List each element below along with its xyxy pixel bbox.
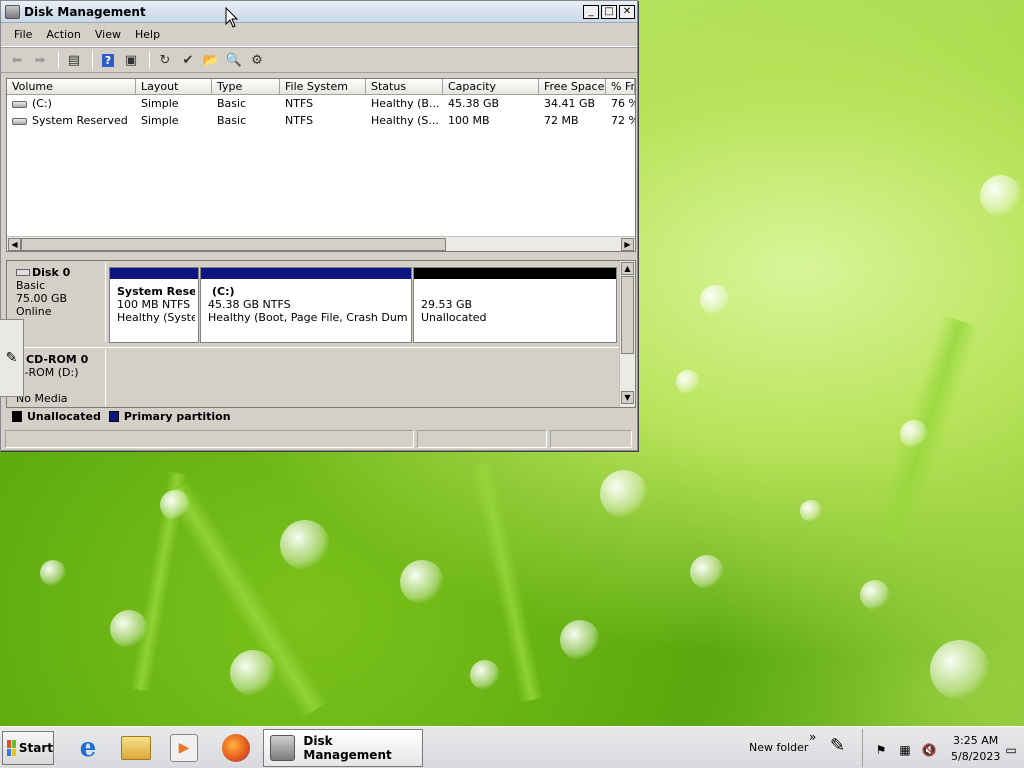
clock-date[interactable]: 5/8/2023 xyxy=(951,750,1000,763)
search-icon[interactable]: 🔍 xyxy=(224,51,244,69)
scroll-left-icon[interactable]: ◀ xyxy=(8,238,21,251)
column-layout[interactable]: Layout xyxy=(136,79,212,94)
menu-bar: File Action View Help xyxy=(1,23,637,47)
taskbar: Start e ▶ Disk Management New folder » ✎… xyxy=(0,726,1024,768)
toolbar-chevron[interactable]: » xyxy=(809,730,816,744)
scrollbar-thumb[interactable] xyxy=(621,276,634,354)
disk-graphical-view[interactable]: Disk 0 Basic 75.00 GB Online System Rese… xyxy=(6,260,636,408)
scroll-right-icon[interactable]: ▶ xyxy=(621,238,634,251)
windows-logo-icon xyxy=(7,740,16,756)
legend-primary: Primary partition xyxy=(123,409,231,423)
legend-unallocated: Unallocated xyxy=(27,409,101,423)
show-hide-tree-icon[interactable]: ▤ xyxy=(64,51,84,69)
drive-icon xyxy=(12,117,27,125)
legend: Unallocated Primary partition xyxy=(6,408,231,424)
disk-management-icon xyxy=(5,4,20,19)
explorer-folder-icon[interactable] xyxy=(118,731,154,765)
scroll-down-icon[interactable]: ▼ xyxy=(621,391,634,404)
partition-bar xyxy=(201,268,411,279)
column-free-space[interactable]: Free Space xyxy=(539,79,606,94)
snipping-tool-icon[interactable]: ✎ xyxy=(830,735,845,756)
menu-view[interactable]: View xyxy=(88,28,128,41)
column-percent-free[interactable]: % Fr xyxy=(606,79,635,94)
maximize-button[interactable]: □ xyxy=(601,4,617,19)
column-volume[interactable]: Volume xyxy=(7,79,136,94)
forward-arrow-icon[interactable]: ➡ xyxy=(30,51,50,69)
new-folder-toolbar[interactable]: New folder xyxy=(749,741,808,754)
legend-unallocated-swatch xyxy=(12,410,22,422)
open-folder-icon[interactable]: 📂 xyxy=(201,51,221,69)
partition-bar xyxy=(110,268,198,279)
table-row[interactable]: System Reserved Simple Basic NTFS Health… xyxy=(7,112,635,129)
menu-file[interactable]: File xyxy=(7,28,39,41)
snipping-tool-tab[interactable]: ✎ xyxy=(0,319,24,397)
properties-icon[interactable]: ▣ xyxy=(121,51,141,69)
title-bar[interactable]: Disk Management _ □ ✕ xyxy=(1,1,637,23)
partition-unallocated[interactable]: 29.53 GB Unallocated xyxy=(413,267,617,343)
partition-c-drive[interactable]: (C:) 45.38 GB NTFS Healthy (Boot, Page F… xyxy=(200,267,412,343)
drive-icon xyxy=(12,100,27,108)
menu-help[interactable]: Help xyxy=(128,28,167,41)
firefox-icon[interactable] xyxy=(218,731,254,765)
scroll-up-icon[interactable]: ▲ xyxy=(621,262,634,275)
help-icon[interactable]: ? xyxy=(98,51,118,69)
table-row[interactable]: (C:) Simple Basic NTFS Healthy (B... 45.… xyxy=(7,95,635,112)
disk-management-icon xyxy=(270,735,296,761)
disk-icon xyxy=(16,269,30,276)
pen-icon: ✎ xyxy=(5,350,18,366)
clock-time[interactable]: 3:25 AM xyxy=(953,734,998,747)
toolbar: ⬅ ➡ ▤ ? ▣ ↻ ✔ 📂 🔍 ⚙ xyxy=(1,47,637,73)
horizontal-scrollbar[interactable]: ◀ ▶ xyxy=(7,236,635,251)
partition-bar xyxy=(414,268,616,279)
export-icon[interactable]: ✔ xyxy=(178,51,198,69)
settings-icon[interactable]: ⚙ xyxy=(247,51,267,69)
volume-list-header: Volume Layout Type File System Status Ca… xyxy=(7,79,635,95)
taskbar-disk-management[interactable]: Disk Management xyxy=(263,729,423,767)
back-arrow-icon[interactable]: ⬅ xyxy=(7,51,27,69)
vertical-scrollbar[interactable]: ▲ ▼ xyxy=(619,261,635,407)
window-title: Disk Management xyxy=(24,4,146,19)
column-type[interactable]: Type xyxy=(212,79,280,94)
start-button[interactable]: Start xyxy=(2,731,54,765)
notification-area: ⚑ ▦ 🔇 3:25 AM 5/8/2023 ▭ xyxy=(862,729,1022,767)
volume-list[interactable]: Volume Layout Type File System Status Ca… xyxy=(6,78,636,252)
disk-management-window[interactable]: Disk Management _ □ ✕ File Action View H… xyxy=(0,0,638,451)
menu-action[interactable]: Action xyxy=(39,28,87,41)
minimize-button[interactable]: _ xyxy=(583,4,599,19)
internet-explorer-icon[interactable]: e xyxy=(70,731,106,765)
column-status[interactable]: Status xyxy=(366,79,443,94)
network-icon[interactable]: ▦ xyxy=(897,742,913,758)
volume-muted-icon[interactable]: 🔇 xyxy=(921,742,937,758)
scrollbar-thumb[interactable] xyxy=(21,238,446,251)
column-capacity[interactable]: Capacity xyxy=(443,79,539,94)
action-center-flag-icon[interactable]: ⚑ xyxy=(873,742,889,758)
close-button[interactable]: ✕ xyxy=(619,4,635,19)
legend-primary-swatch xyxy=(108,410,119,422)
refresh-icon[interactable]: ↻ xyxy=(155,51,175,69)
partition-system-reserved[interactable]: System Rese 100 MB NTFS Healthy (Systen xyxy=(109,267,199,343)
media-player-icon[interactable]: ▶ xyxy=(166,731,202,765)
mouse-cursor-icon xyxy=(225,7,239,28)
disk-0-row[interactable]: Disk 0 Basic 75.00 GB Online System Rese… xyxy=(7,261,619,345)
column-file-system[interactable]: File System xyxy=(280,79,366,94)
show-desktop-icon[interactable]: ▭ xyxy=(1003,742,1019,758)
status-bar xyxy=(5,430,635,448)
cdrom-0-row[interactable]: CD-ROM 0 D-ROM (D:) No Media xyxy=(7,347,619,407)
